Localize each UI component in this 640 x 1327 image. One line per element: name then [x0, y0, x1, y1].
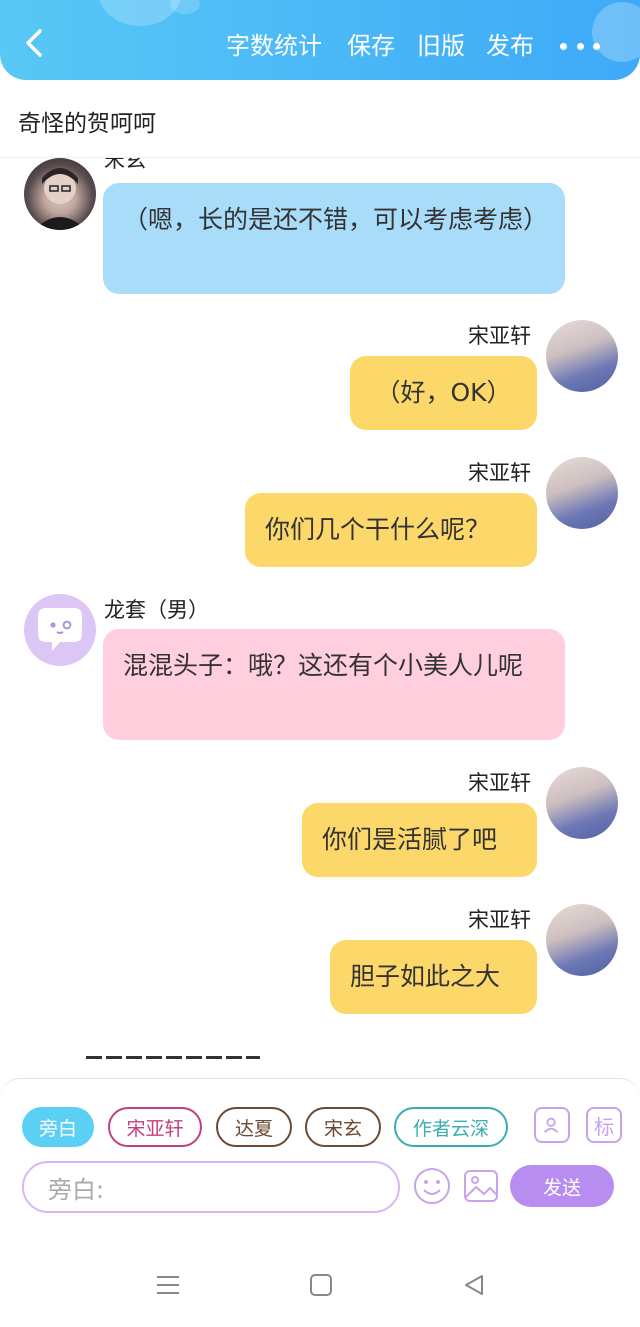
word-count-button[interactable]: 字数统计: [226, 30, 322, 62]
message-bubble[interactable]: （好，OK）: [350, 356, 537, 430]
menu-icon[interactable]: [156, 1273, 180, 1301]
home-square-icon[interactable]: [309, 1273, 333, 1301]
chip-character[interactable]: 达夏: [216, 1107, 292, 1147]
sender-name: 宋亚轩: [468, 324, 531, 348]
top-header: 字数统计 保存 旧版 发布: [0, 0, 640, 80]
avatar[interactable]: [546, 767, 618, 839]
chat-bubble-icon: [38, 608, 82, 651]
chat-area[interactable]: 宋玄 （嗯，长的是还不错，可以考虑考虑） 宋亚轩 （好，OK） 宋亚轩 你们几个…: [0, 158, 640, 1078]
system-navbar: [0, 1213, 640, 1327]
title-bar: 奇怪的贺呵呵: [0, 80, 640, 158]
divider-line: [86, 1056, 260, 1059]
message-bubble[interactable]: 你们几个干什么呢？: [245, 493, 537, 567]
chip-character[interactable]: 宋亚轩: [108, 1107, 202, 1147]
avatar[interactable]: [546, 320, 618, 392]
message-bubble[interactable]: 胆子如此之大: [330, 940, 537, 1014]
save-button[interactable]: 保存: [347, 30, 395, 62]
message-bubble[interactable]: （嗯，长的是还不错，可以考虑考虑）: [103, 183, 565, 294]
send-button[interactable]: 发送: [510, 1165, 614, 1207]
decorative-bubble: [170, 0, 200, 14]
chevron-left-icon: [26, 29, 42, 57]
avatar[interactable]: [24, 158, 96, 230]
publish-button[interactable]: 发布: [486, 30, 534, 62]
sender-name: 龙套（男）: [104, 598, 209, 622]
message-bubble[interactable]: 你们是活腻了吧: [302, 803, 537, 877]
composer-panel: 旁白 宋亚轩 达夏 宋玄 作者云深 标 旁白: 发送: [0, 1078, 640, 1213]
character-card-icon[interactable]: [534, 1107, 570, 1143]
sender-name: 宋亚轩: [468, 461, 531, 485]
message-bubble[interactable]: 混混头子：哦？这还有个小美人儿呢: [103, 629, 565, 740]
sender-name: 宋亚轩: [468, 908, 531, 932]
more-dots-icon[interactable]: [560, 38, 600, 54]
back-triangle-icon[interactable]: [462, 1273, 486, 1301]
avatar[interactable]: [546, 457, 618, 529]
tag-icon[interactable]: 标: [586, 1107, 622, 1143]
dialogue-input[interactable]: 旁白:: [22, 1161, 400, 1213]
page-title[interactable]: 奇怪的贺呵呵: [18, 104, 156, 138]
chip-narration[interactable]: 旁白: [22, 1107, 94, 1147]
smiley-icon[interactable]: [413, 1167, 451, 1205]
old-version-button[interactable]: 旧版: [417, 30, 465, 62]
sender-name: 宋亚轩: [468, 771, 531, 795]
chip-character[interactable]: 作者云深: [394, 1107, 508, 1147]
back-button[interactable]: [18, 26, 52, 60]
sender-name: 宋玄: [104, 158, 146, 172]
avatar[interactable]: [24, 594, 96, 666]
avatar[interactable]: [546, 904, 618, 976]
image-icon[interactable]: [462, 1167, 500, 1205]
chip-character[interactable]: 宋玄: [305, 1107, 381, 1147]
